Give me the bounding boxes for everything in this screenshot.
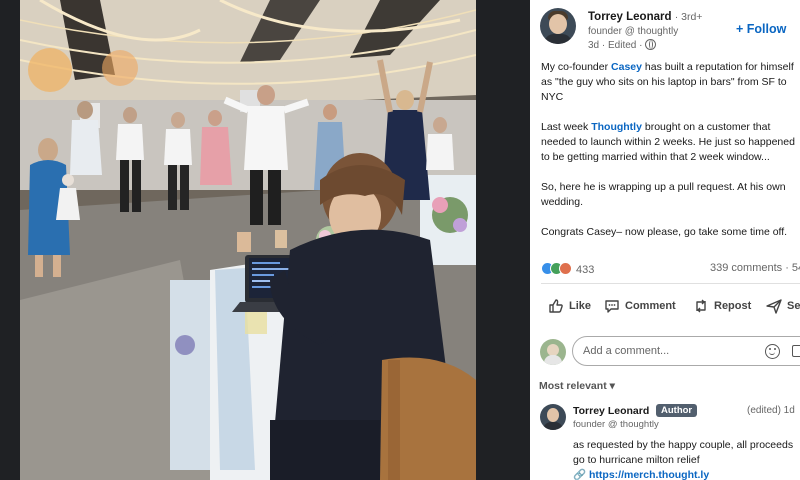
- comment-input-placeholder: Add a comment...: [583, 345, 670, 357]
- comment-link[interactable]: https://merch.thought.ly: [589, 469, 709, 480]
- lightbox-backdrop-middle: [476, 0, 530, 480]
- mention-thoughtly[interactable]: Thoughtly: [591, 121, 642, 133]
- comments-reposts-count[interactable]: 339 comments · 54 reposts: [710, 262, 800, 274]
- post-paragraph-3: So, here he is wrapping up a pull reques…: [541, 180, 800, 210]
- post-text: to be getting married within that 2 week…: [541, 151, 770, 163]
- like-button[interactable]: Like: [548, 298, 591, 314]
- post-text: So, here he is wrapping up a pull reques…: [541, 181, 786, 193]
- post-text: as "the guy who sits on his laptop in ba…: [541, 76, 787, 88]
- commenter-name[interactable]: Torrey Leonard: [573, 405, 649, 417]
- send-label: Send: [787, 300, 800, 312]
- post-text: My co-founder: [541, 61, 612, 73]
- post-text: needed to launch within 2 weeks. He just…: [541, 136, 795, 148]
- lightbox-backdrop-left: [0, 0, 20, 480]
- post-actions: Like Comment Repost Send: [548, 298, 800, 320]
- post-text: brought on a customer that: [641, 121, 771, 133]
- post-photo[interactable]: [20, 0, 476, 480]
- divider: [541, 283, 800, 284]
- post-text: Last week: [541, 121, 592, 133]
- link-icon: 🔗: [573, 469, 589, 480]
- post-body: My co-founder Casey has built a reputati…: [541, 60, 800, 255]
- send-button[interactable]: Send: [766, 298, 800, 314]
- follow-button[interactable]: + Follow: [736, 22, 786, 36]
- reactions-bar: 433 339 comments · 54 reposts: [541, 262, 800, 276]
- reaction-icons[interactable]: [541, 262, 572, 276]
- post-panel: Torrey Leonard · 3rd+ founder @ thoughtl…: [530, 0, 800, 480]
- connection-degree: · 3rd+: [674, 11, 703, 23]
- image-icon[interactable]: [792, 345, 800, 357]
- comment-sort-dropdown[interactable]: Most relevant ▾: [539, 380, 615, 392]
- send-icon: [766, 299, 782, 314]
- post-timestamp: 3d · Edited ·: [588, 40, 643, 51]
- wedding-reception-photo: [20, 0, 476, 480]
- like-icon: [549, 299, 563, 313]
- love-reaction-icon: [559, 262, 572, 275]
- like-label: Like: [569, 300, 592, 312]
- viewer-avatar[interactable]: [540, 339, 566, 365]
- post-paragraph-2: Last week Thoughtly brought on a custome…: [541, 120, 800, 165]
- comment-timestamp: (edited) 1d: [747, 405, 795, 416]
- author-name-text[interactable]: Torrey Leonard: [588, 11, 672, 23]
- comment-line: as requested by the happy couple, all pr…: [573, 439, 794, 451]
- comment-button[interactable]: Comment: [604, 298, 676, 314]
- emoji-icon[interactable]: [765, 344, 780, 359]
- comment-text: as requested by the happy couple, all pr…: [573, 438, 793, 480]
- globe-icon: [645, 39, 657, 50]
- comment-composer: Add a comment...: [540, 336, 800, 368]
- author-headline: founder @ thoughtly: [588, 26, 679, 37]
- mention-casey[interactable]: Casey: [611, 61, 642, 73]
- post-text: NYC: [541, 91, 564, 103]
- repost-label: Repost: [714, 300, 752, 312]
- post-text: wedding.: [541, 196, 584, 208]
- comment-label: Comment: [625, 300, 676, 312]
- comment-line: go to hurricane milton relief: [573, 454, 700, 466]
- comment-icon: [605, 300, 619, 313]
- post-meta: 3d · Edited ·: [588, 39, 657, 51]
- author-avatar[interactable]: [540, 8, 576, 44]
- reaction-count[interactable]: 433: [576, 264, 594, 276]
- post-text: has built a reputation for himself: [641, 61, 794, 73]
- repost-button[interactable]: Repost: [693, 298, 751, 314]
- commenter-headline: founder @ thoughtly: [573, 419, 659, 430]
- post-text: Congrats Casey– now please, go take some…: [541, 226, 788, 238]
- author-badge: Author: [656, 404, 698, 417]
- post-paragraph-4: Congrats Casey– now please, go take some…: [541, 225, 800, 240]
- author-name[interactable]: Torrey Leonard · 3rd+: [588, 11, 702, 23]
- commenter-avatar[interactable]: [540, 404, 566, 430]
- repost-icon: [696, 299, 706, 313]
- post-paragraph-1: My co-founder Casey has built a reputati…: [541, 60, 800, 105]
